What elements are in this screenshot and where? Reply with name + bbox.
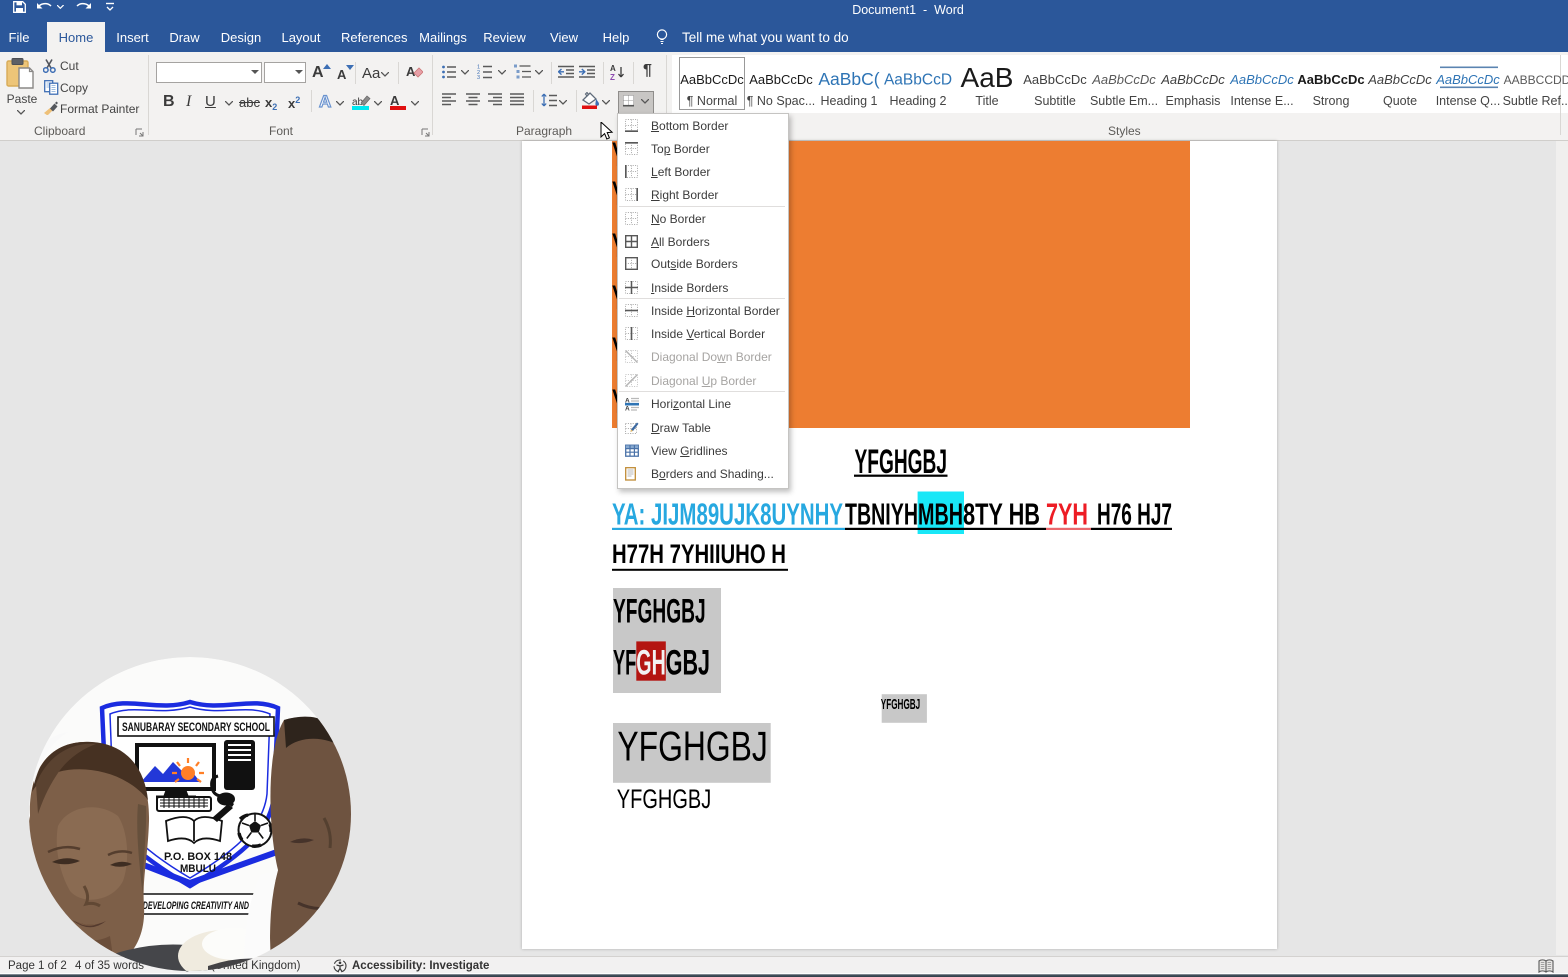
- svg-text:AaBbCcDc: AaBbCcDc: [1091, 72, 1156, 87]
- svg-text:AaBbCcDc: AaBbCcDc: [1229, 72, 1294, 87]
- svg-text:YFGHGBJ: YFGHGBJ: [617, 784, 711, 814]
- svg-text:GH: GH: [636, 644, 666, 683]
- svg-text:Subtle Ref...: Subtle Ref...: [1503, 94, 1568, 108]
- svg-text:Intense E...: Intense E...: [1230, 94, 1293, 108]
- svg-text:Subtitle: Subtitle: [1034, 94, 1076, 108]
- svg-text:Heading 2: Heading 2: [890, 94, 947, 108]
- svg-text:SANUBARAY SECONDARY SCHOOL: SANUBARAY SECONDARY SCHOOL: [122, 722, 270, 734]
- svg-text:AaBbCcD: AaBbCcD: [884, 72, 952, 89]
- svg-text:AaBbCcDc: AaBbCcDc: [1023, 72, 1087, 87]
- svg-text:H76 HJ7: H76 HJ7: [1097, 497, 1172, 532]
- svg-text:AaBbCcDc: AaBbCcDc: [680, 72, 744, 87]
- svg-text:Strong: Strong: [1313, 94, 1350, 108]
- svg-text:AaBbC(: AaBbC(: [818, 69, 879, 89]
- svg-text:8TY HB: 8TY HB: [963, 497, 1040, 532]
- svg-text:Title: Title: [975, 94, 998, 108]
- svg-text:YA: JIJM89UJK8UYNHY: YA: JIJM89UJK8UYNHY: [612, 497, 843, 532]
- svg-text:AaBbCcDc: AaBbCcDc: [1367, 72, 1432, 87]
- svg-text:AaB: AaB: [961, 62, 1014, 93]
- svg-text:TBNIYH: TBNIYH: [845, 497, 918, 532]
- svg-text:H77H 7YHIIUHO H: H77H 7YHIIUHO H: [612, 539, 786, 569]
- svg-text:P.O. BOX 148: P.O. BOX 148: [164, 851, 232, 863]
- svg-text:Quote: Quote: [1383, 94, 1417, 108]
- svg-text:Heading 1: Heading 1: [821, 94, 878, 108]
- svg-text:GBJ: GBJ: [666, 644, 710, 683]
- svg-text:MBH: MBH: [918, 497, 963, 532]
- svg-text:YFGHGBJ: YFGHGBJ: [881, 696, 920, 713]
- svg-text:AaBbCcDc: AaBbCcDc: [749, 72, 813, 87]
- svg-text:7YH: 7YH: [1046, 497, 1088, 532]
- svg-text:AaBbCcDc: AaBbCcDc: [1297, 72, 1364, 87]
- svg-text:Emphasis: Emphasis: [1166, 94, 1221, 108]
- svg-text:Intense Q...: Intense Q...: [1436, 94, 1501, 108]
- svg-text:¶ No Spac...: ¶ No Spac...: [747, 94, 816, 108]
- svg-text:AaBbCcDc: AaBbCcDc: [1435, 72, 1500, 87]
- svg-text:YFGHGBJ: YFGHGBJ: [613, 592, 706, 630]
- svg-text:AABBCCDD: AABBCCDD: [1504, 73, 1568, 87]
- svg-text:YFGHGBJ: YFGHGBJ: [617, 723, 767, 770]
- svg-text:YF: YF: [613, 644, 636, 683]
- svg-text:Subtle Em...: Subtle Em...: [1090, 94, 1158, 108]
- svg-text:AaBbCcDc: AaBbCcDc: [1160, 72, 1225, 87]
- svg-text:¶ Normal: ¶ Normal: [687, 94, 737, 108]
- svg-text:A: A: [625, 406, 630, 412]
